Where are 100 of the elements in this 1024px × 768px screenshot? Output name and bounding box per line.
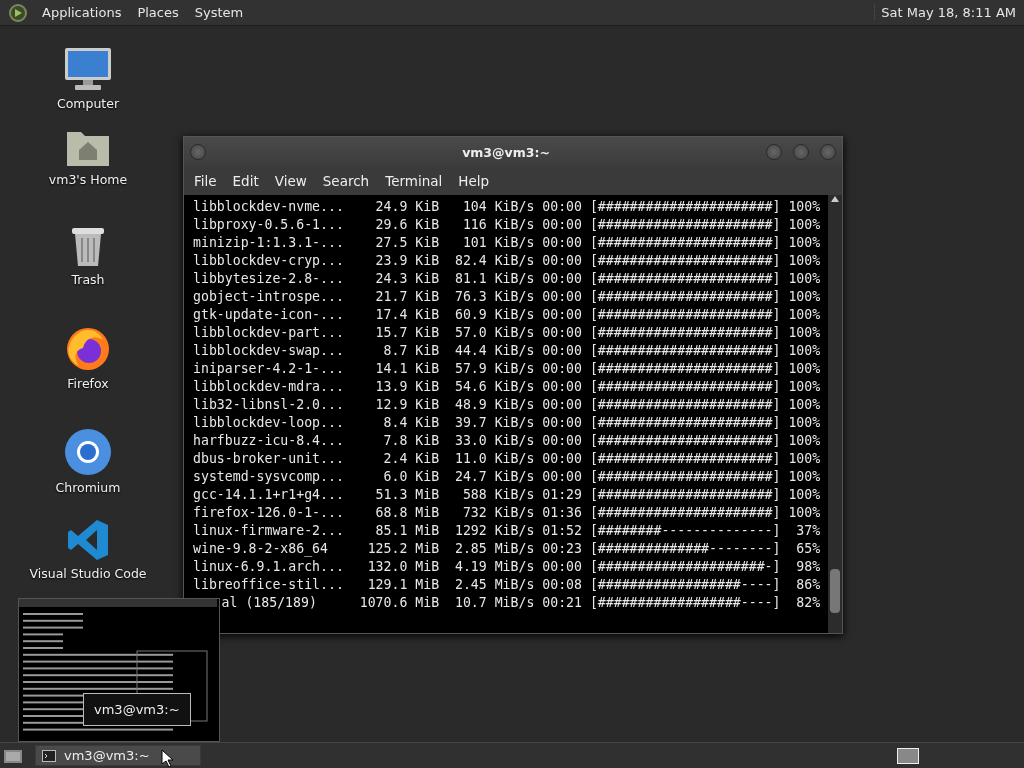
progress-text: [########--------------] bbox=[588, 522, 781, 540]
package-name: linux-6.9.1.arch... bbox=[193, 558, 345, 576]
percent-text: 100% bbox=[787, 216, 821, 234]
menu-item[interactable]: Edit bbox=[226, 169, 265, 193]
desktop-icon-label[interactable]: Visual Studio Code bbox=[29, 566, 147, 581]
percent-text: 100% bbox=[787, 468, 821, 486]
logo-icon[interactable] bbox=[8, 2, 28, 23]
package-size: 17.4 KiB bbox=[374, 306, 440, 324]
package-size: 24.3 KiB bbox=[374, 270, 440, 288]
package-size: 15.7 KiB bbox=[374, 324, 440, 342]
menu-item[interactable]: Help bbox=[452, 169, 496, 193]
taskbar-button[interactable]: vm3@vm3:~ bbox=[35, 745, 201, 766]
desktop-icon-label[interactable]: Computer bbox=[56, 96, 120, 111]
package-name: dbus-broker-unit... bbox=[193, 450, 345, 468]
window-tooltip: vm3@vm3:~ bbox=[83, 693, 191, 726]
package-name: libblockdev-cryp... bbox=[193, 252, 345, 270]
percent-text: 100% bbox=[787, 198, 821, 216]
progress-text: [######################] bbox=[588, 234, 781, 252]
panel-menu[interactable]: Applications bbox=[40, 5, 124, 20]
ring-icon bbox=[64, 428, 112, 476]
scrollbar[interactable] bbox=[828, 195, 842, 633]
percent-text: 82% bbox=[795, 594, 821, 612]
close-button[interactable] bbox=[820, 144, 836, 160]
progress-text: [######################] bbox=[588, 396, 781, 414]
time-remaining: 00:00 bbox=[541, 396, 582, 414]
package-size: 21.7 KiB bbox=[374, 288, 440, 306]
package-size: 14.1 KiB bbox=[374, 360, 440, 378]
progress-text: [##############--------] bbox=[588, 540, 781, 558]
progress-text: [######################] bbox=[588, 414, 781, 432]
time-remaining: 00:23 bbox=[541, 540, 582, 558]
package-size: 68.8 MiB bbox=[374, 504, 440, 522]
time-remaining: 00:00 bbox=[541, 468, 582, 486]
percent-text: 100% bbox=[787, 450, 821, 468]
download-speed: 39.7 KiB/s bbox=[453, 414, 535, 432]
progress-text: [######################] bbox=[588, 432, 781, 450]
progress-text: [######################] bbox=[588, 324, 781, 342]
minimize-button[interactable] bbox=[766, 144, 782, 160]
desktop-icon-label[interactable]: vm3's Home bbox=[48, 172, 128, 187]
clock[interactable]: Sat May 18, 8:11 AM bbox=[874, 5, 1016, 20]
menu-item[interactable]: Terminal bbox=[379, 169, 449, 193]
panel-menu[interactable]: System bbox=[192, 5, 246, 20]
time-remaining: 00:00 bbox=[541, 378, 582, 396]
monitor-icon bbox=[63, 46, 113, 92]
desktop-icon-label[interactable]: Trash bbox=[71, 272, 105, 287]
progress-text: [######################] bbox=[588, 378, 781, 396]
package-name: lib32-libnsl-2.0... bbox=[193, 396, 345, 414]
progress-text: [######################] bbox=[588, 198, 781, 216]
download-speed: 101 KiB/s bbox=[461, 234, 535, 252]
percent-text: 100% bbox=[787, 432, 821, 450]
download-speed: 588 KiB/s bbox=[461, 486, 535, 504]
scroll-thumb[interactable] bbox=[830, 569, 840, 613]
progress-text: [######################] bbox=[588, 360, 781, 378]
percent-text: 100% bbox=[787, 360, 821, 378]
package-name: libbytesize-2.8-... bbox=[193, 270, 345, 288]
time-remaining: 00:00 bbox=[541, 432, 582, 450]
time-remaining: 01:29 bbox=[541, 486, 582, 504]
package-size: 1070.6 MiB bbox=[359, 594, 440, 612]
maximize-button[interactable] bbox=[793, 144, 809, 160]
package-name: libblockdev-loop... bbox=[193, 414, 345, 432]
menu-item[interactable]: File bbox=[188, 169, 223, 193]
download-speed: 2.85 MiB/s bbox=[453, 540, 535, 558]
time-remaining: 00:00 bbox=[541, 360, 582, 378]
progress-text: [##################----] bbox=[588, 576, 781, 594]
package-size: 29.6 KiB bbox=[374, 216, 440, 234]
package-size: 23.9 KiB bbox=[374, 252, 440, 270]
download-speed: 24.7 KiB/s bbox=[453, 468, 535, 486]
progress-text: [######################] bbox=[588, 504, 781, 522]
panel-menu[interactable]: Places bbox=[135, 5, 181, 20]
package-name: libblockdev-nvme... bbox=[193, 198, 345, 216]
package-name: minizip-1:1.3.1-... bbox=[193, 234, 345, 252]
workspace-switcher[interactable] bbox=[897, 747, 919, 764]
time-remaining: 00:00 bbox=[541, 306, 582, 324]
time-remaining: 00:00 bbox=[541, 216, 582, 234]
desktop-icon-label[interactable]: Firefox bbox=[67, 376, 109, 391]
package-name: libblockdev-part... bbox=[193, 324, 345, 342]
package-name: systemd-sysvcomp... bbox=[193, 468, 345, 486]
percent-text: 100% bbox=[787, 324, 821, 342]
package-name: gcc-14.1.1+r1+g4... bbox=[193, 486, 345, 504]
time-remaining: 00:21 bbox=[541, 594, 582, 612]
package-name: harfbuzz-icu-8.4... bbox=[193, 432, 345, 450]
desktop-icon-label[interactable]: Chromium bbox=[55, 480, 121, 495]
time-remaining: 00:00 bbox=[541, 252, 582, 270]
package-name: libblockdev-swap... bbox=[193, 342, 345, 360]
time-remaining: 00:00 bbox=[541, 342, 582, 360]
download-speed: 60.9 KiB/s bbox=[453, 306, 535, 324]
percent-text: 37% bbox=[795, 522, 821, 540]
percent-text: 100% bbox=[787, 378, 821, 396]
package-size: 51.3 MiB bbox=[374, 486, 440, 504]
ribbon-icon bbox=[66, 518, 110, 562]
time-remaining: 00:00 bbox=[541, 558, 582, 576]
window-menu-button[interactable] bbox=[190, 144, 206, 160]
package-name: iniparser-4.2-1-... bbox=[193, 360, 345, 378]
progress-text: [######################] bbox=[588, 270, 781, 288]
menu-item[interactable]: View bbox=[268, 169, 313, 193]
download-speed: 81.1 KiB/s bbox=[453, 270, 535, 288]
time-remaining: 01:36 bbox=[541, 504, 582, 522]
terminal-icon bbox=[42, 749, 56, 762]
menu-item[interactable]: Search bbox=[316, 169, 376, 193]
percent-text: 100% bbox=[787, 504, 821, 522]
percent-text: 86% bbox=[795, 576, 821, 594]
